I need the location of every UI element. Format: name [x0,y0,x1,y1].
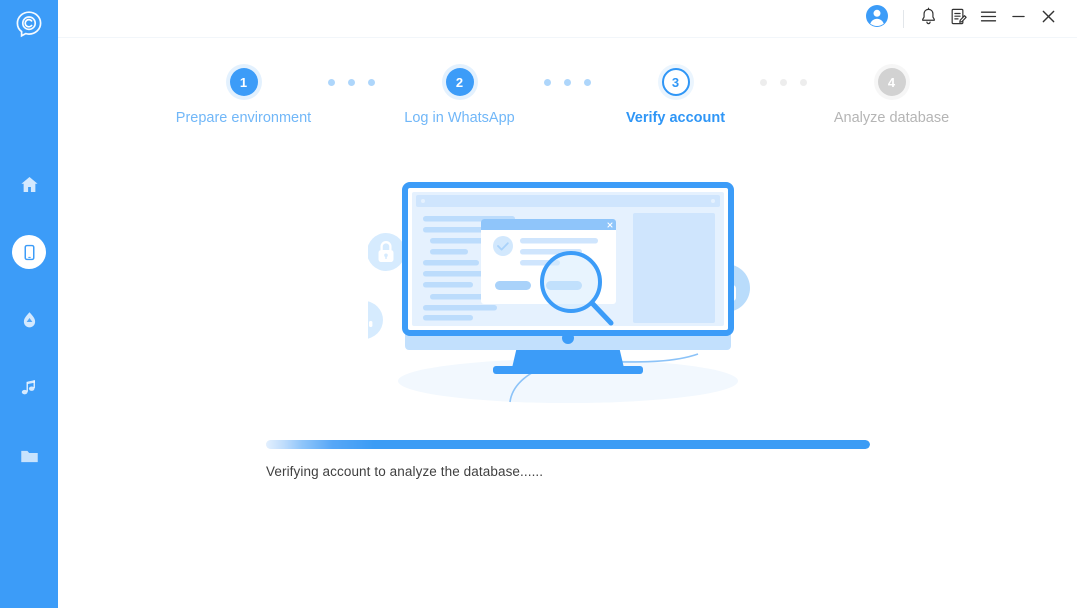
menu-button[interactable] [973,4,1003,34]
title-bar [58,0,1077,38]
minimize-button[interactable] [1003,4,1033,34]
screen-dot [710,199,715,203]
close-button[interactable] [1033,4,1063,34]
step-2-label: Log in WhatsApp [404,110,515,126]
folder-icon [12,439,46,473]
note-edit-icon [949,7,968,31]
lock-icon-badge-left [366,233,405,271]
sidebar [0,0,58,608]
stepper: 1 Prepare environment 2 Log in WhatsApp … [58,68,1077,126]
connector-dot [800,79,807,86]
step-3-badge: 3 [661,68,690,96]
connector-dot [544,79,551,86]
minimize-icon [1009,7,1028,31]
screen-top-bar [415,195,720,207]
connector-dot [760,79,767,86]
progress-bar-fill [266,440,870,449]
step-4-badge: 4 [877,68,906,96]
feedback-button[interactable] [943,4,973,34]
bar-chart-icon-badge [344,301,383,339]
step-1: 1 Prepare environment [169,68,319,126]
screen-dot [420,199,425,203]
sidebar-item-music[interactable] [0,354,58,422]
title-bar-buttons [862,4,1063,34]
dialog-avatar [492,236,513,256]
step-4-label: Analyze database [833,110,950,126]
user-avatar-icon [865,4,889,33]
sidebar-item-files[interactable] [0,422,58,490]
sidebar-item-cloud[interactable] [0,286,58,354]
dialog-button-primary [494,281,531,290]
sidebar-item-home[interactable] [0,150,58,218]
close-icon [1039,7,1058,31]
step-1-badge: 1 [229,68,258,96]
step-3: 3 Verify account [601,68,751,126]
step-3-label: Verify account [625,110,726,126]
connector-dot [564,79,571,86]
cloud-drop-icon [12,303,46,337]
app-window: 1 Prepare environment 2 Log in WhatsApp … [0,0,1077,608]
title-bar-divider [903,9,904,28]
hamburger-menu-icon [979,7,998,31]
step-2-badge: 2 [445,68,474,96]
main-area: 1 Prepare environment 2 Log in WhatsApp … [58,0,1077,608]
sidebar-nav [0,150,58,490]
account-avatar-button[interactable] [862,4,892,34]
step-connector-1 [319,79,385,86]
app-logo [11,6,47,42]
step-connector-2 [535,79,601,86]
progress-bar [266,440,870,449]
notifications-button[interactable] [913,4,943,34]
screen-right-panel [632,213,715,323]
bell-icon [919,7,938,31]
connector-dot [348,79,355,86]
step-4: 4 Analyze database [817,68,967,126]
phone-icon [12,235,46,269]
progress-section: Verifying account to analyze the databas… [266,440,870,479]
connector-dot [780,79,787,86]
home-icon [12,167,46,201]
connector-dot [584,79,591,86]
database-scan-illustration [344,178,768,413]
step-1-label: Prepare environment [175,110,312,126]
progress-status-text: Verifying account to analyze the databas… [266,464,544,479]
music-note-icon [12,371,46,405]
connector-dot [368,79,375,86]
connector-dot [328,79,335,86]
sidebar-item-phone[interactable] [0,218,58,286]
step-connector-3 [751,79,817,86]
step-2: 2 Log in WhatsApp [385,68,535,126]
